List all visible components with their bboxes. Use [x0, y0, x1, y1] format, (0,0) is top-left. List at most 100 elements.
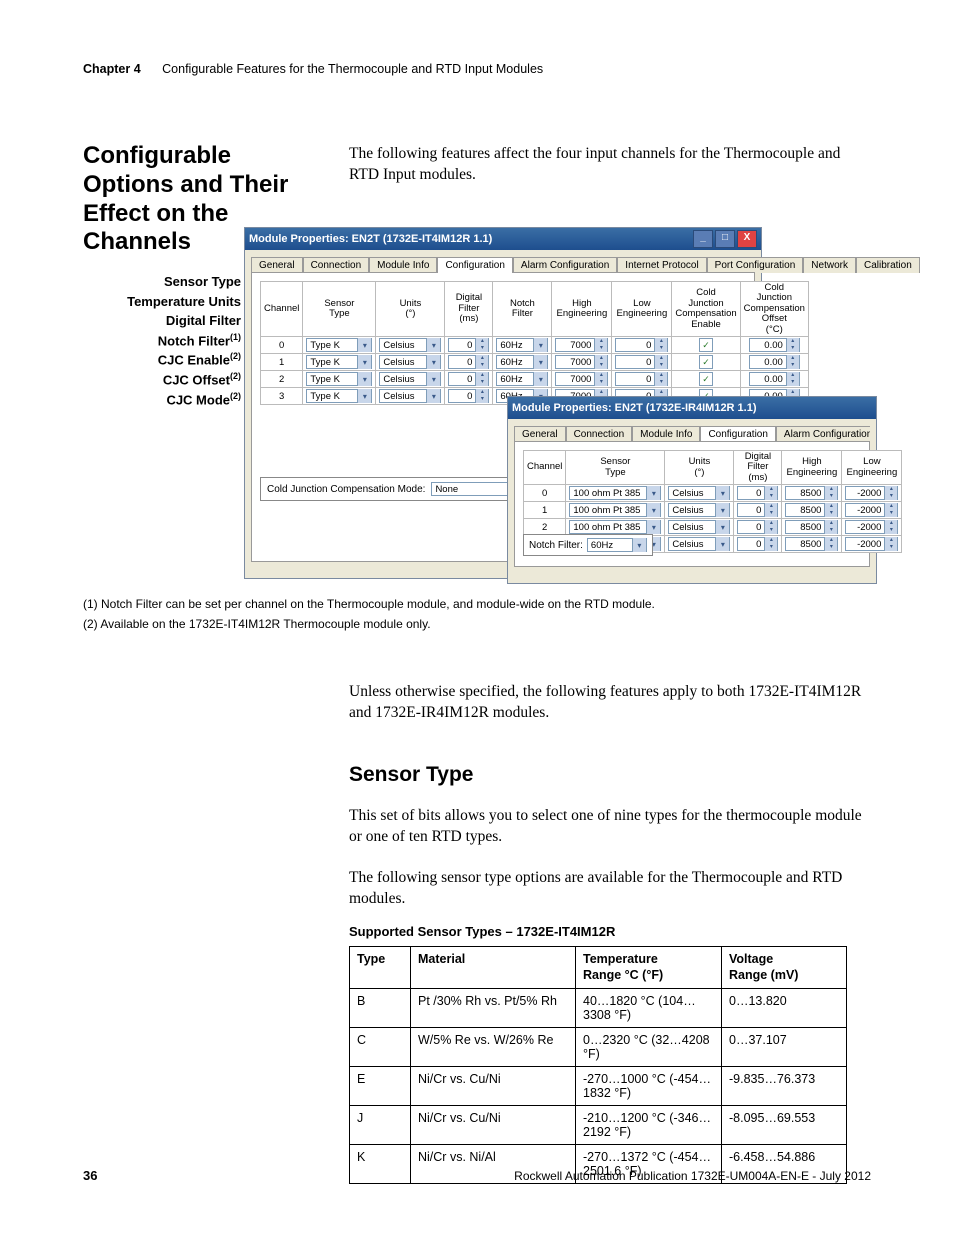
- dropdown[interactable]: 60Hz▾: [496, 372, 548, 386]
- cell: C: [350, 1028, 411, 1067]
- channel-cell: 3: [261, 388, 303, 405]
- subsection-heading: Sensor Type: [349, 763, 473, 787]
- spinner[interactable]: 0▴▾: [448, 355, 489, 369]
- chevron-down-icon: ▾: [715, 537, 729, 551]
- column-header: Units(°): [376, 282, 445, 337]
- tab-configuration[interactable]: Configuration: [437, 257, 512, 273]
- table-row: JNi/Cr vs. Cu/Ni-210…1200 °C (-346…2192 …: [350, 1106, 847, 1145]
- tab-general[interactable]: General: [251, 257, 303, 273]
- spinner[interactable]: 0.00▴▾: [749, 338, 800, 352]
- table-row: BPt /30% Rh vs. Pt/5% Rh40…1820 °C (104……: [350, 989, 847, 1028]
- spinner[interactable]: 0.00▴▾: [749, 372, 800, 386]
- spinner[interactable]: 0▴▾: [737, 503, 778, 517]
- spinner[interactable]: 7000▴▾: [555, 355, 608, 369]
- chevron-down-icon: ▾: [357, 355, 371, 369]
- spinner[interactable]: 0.00▴▾: [749, 355, 800, 369]
- spinner[interactable]: 0▴▾: [448, 372, 489, 386]
- notch-filter-label: Notch Filter:: [529, 540, 583, 551]
- dropdown[interactable]: 60Hz▾: [496, 355, 548, 369]
- dropdown[interactable]: 60Hz▾: [496, 338, 548, 352]
- cell: 0…2320 °C (32…4208 °F): [576, 1028, 722, 1067]
- column-header: SensorType: [303, 282, 376, 337]
- dropdown[interactable]: Type K▾: [306, 389, 372, 403]
- intro-paragraph: The following features affect the four i…: [349, 144, 869, 186]
- chevron-down-icon: ▾: [715, 520, 729, 534]
- chevron-down-icon: ▾: [426, 338, 440, 352]
- tab-module-info[interactable]: Module Info: [369, 257, 437, 273]
- callout-sensor-type: Sensor Type: [96, 272, 241, 292]
- dropdown[interactable]: 100 ohm Pt 385▾: [569, 503, 661, 517]
- chevron-down-icon: ▾: [357, 372, 371, 386]
- spinner[interactable]: 0▴▾: [737, 520, 778, 534]
- maximize-icon[interactable]: □: [715, 230, 735, 248]
- tab-module-info[interactable]: Module Info: [632, 426, 700, 441]
- dropdown[interactable]: 100 ohm Pt 385▾: [569, 520, 661, 534]
- dialog-titlebar: Module Properties: EN2T (1732E-IT4IM12R …: [245, 228, 761, 250]
- tab-port-configuration[interactable]: Port Configuration: [707, 257, 804, 273]
- dropdown[interactable]: Type K▾: [306, 372, 372, 386]
- spinner[interactable]: 8500▴▾: [785, 537, 838, 551]
- callout-temp-units: Temperature Units: [96, 292, 241, 312]
- tab-connection[interactable]: Connection: [303, 257, 370, 273]
- chevron-down-icon: ▾: [357, 338, 371, 352]
- table-caption: Supported Sensor Types – 1732E-IT4IM12R: [349, 924, 615, 939]
- column-header: LowEngineering: [612, 282, 672, 337]
- chevron-down-icon: ▾: [533, 355, 547, 369]
- checkbox[interactable]: ✓: [699, 372, 713, 386]
- page-header: Chapter 4 Configurable Features for the …: [83, 62, 543, 76]
- spinner[interactable]: 0▴▾: [448, 338, 489, 352]
- tab-internet-protocol[interactable]: Internet Protocol: [617, 257, 706, 273]
- column-header: ColdJunctionCompensationEnable: [672, 282, 740, 337]
- dropdown[interactable]: Celsius▾: [668, 503, 730, 517]
- dropdown[interactable]: Type K▾: [306, 355, 372, 369]
- chevron-down-icon: ▾: [632, 538, 646, 552]
- spinner[interactable]: 0▴▾: [448, 389, 489, 403]
- tab-connection[interactable]: Connection: [566, 426, 633, 441]
- tab-alarm-configuration[interactable]: Alarm Configuration: [776, 426, 870, 441]
- dropdown[interactable]: Celsius▾: [379, 389, 441, 403]
- dropdown[interactable]: Celsius▾: [668, 520, 730, 534]
- dropdown[interactable]: Celsius▾: [668, 486, 730, 500]
- spinner[interactable]: 0▴▾: [737, 486, 778, 500]
- spinner[interactable]: 0▴▾: [615, 338, 668, 352]
- footnotes: (1) Notch Filter can be set per channel …: [83, 594, 873, 635]
- close-icon[interactable]: X: [737, 230, 757, 248]
- dialog-titlebar: Module Properties: EN2T (1732E-IR4IM12R …: [508, 397, 876, 419]
- checkbox[interactable]: ✓: [699, 355, 713, 369]
- checkbox[interactable]: ✓: [699, 338, 713, 352]
- minimize-icon[interactable]: _: [693, 230, 713, 248]
- spinner[interactable]: 8500▴▾: [785, 520, 838, 534]
- spinner[interactable]: -2000▴▾: [845, 503, 898, 517]
- notch-filter-select[interactable]: 60Hz ▾: [587, 538, 647, 552]
- spinner[interactable]: 0▴▾: [615, 372, 668, 386]
- table-row: 1100 ohm Pt 385▾ Celsius▾ 0▴▾ 8500▴▾ -2000▴▾: [524, 502, 902, 519]
- tab-configuration[interactable]: Configuration: [700, 426, 775, 441]
- spinner[interactable]: -2000▴▾: [845, 486, 898, 500]
- cell: -9.835…76.373: [722, 1067, 847, 1106]
- cell: 0…13.820: [722, 989, 847, 1028]
- dropdown[interactable]: Type K▾: [306, 338, 372, 352]
- tab-alarm-configuration[interactable]: Alarm Configuration: [513, 257, 617, 273]
- spinner[interactable]: -2000▴▾: [845, 537, 898, 551]
- tab-general[interactable]: General: [514, 426, 566, 441]
- spinner[interactable]: 8500▴▾: [785, 503, 838, 517]
- spinner[interactable]: 0▴▾: [737, 537, 778, 551]
- spinner[interactable]: 7000▴▾: [555, 372, 608, 386]
- spinner[interactable]: 7000▴▾: [555, 338, 608, 352]
- spinner[interactable]: 8500▴▾: [785, 486, 838, 500]
- dropdown[interactable]: Celsius▾: [379, 355, 441, 369]
- spinner[interactable]: -2000▴▾: [845, 520, 898, 534]
- dropdown[interactable]: Celsius▾: [379, 338, 441, 352]
- column-header: SensorType: [566, 451, 665, 485]
- callout-cjc-offset: CJC Offset(2): [96, 370, 241, 390]
- column-header: DigitalFilter(ms): [445, 282, 493, 337]
- tab-network[interactable]: Network: [803, 257, 856, 273]
- dropdown[interactable]: Celsius▾: [379, 372, 441, 386]
- sensor-types-table: TypeMaterialTemperatureRange °C (°F)Volt…: [349, 946, 847, 1184]
- tab-calibration[interactable]: Calibration: [856, 257, 920, 273]
- channel-cell: 1: [524, 502, 566, 519]
- dropdown[interactable]: Celsius▾: [668, 537, 730, 551]
- spinner[interactable]: 0▴▾: [615, 355, 668, 369]
- column-header: VoltageRange (mV): [722, 947, 847, 989]
- dropdown[interactable]: 100 ohm Pt 385▾: [569, 486, 661, 500]
